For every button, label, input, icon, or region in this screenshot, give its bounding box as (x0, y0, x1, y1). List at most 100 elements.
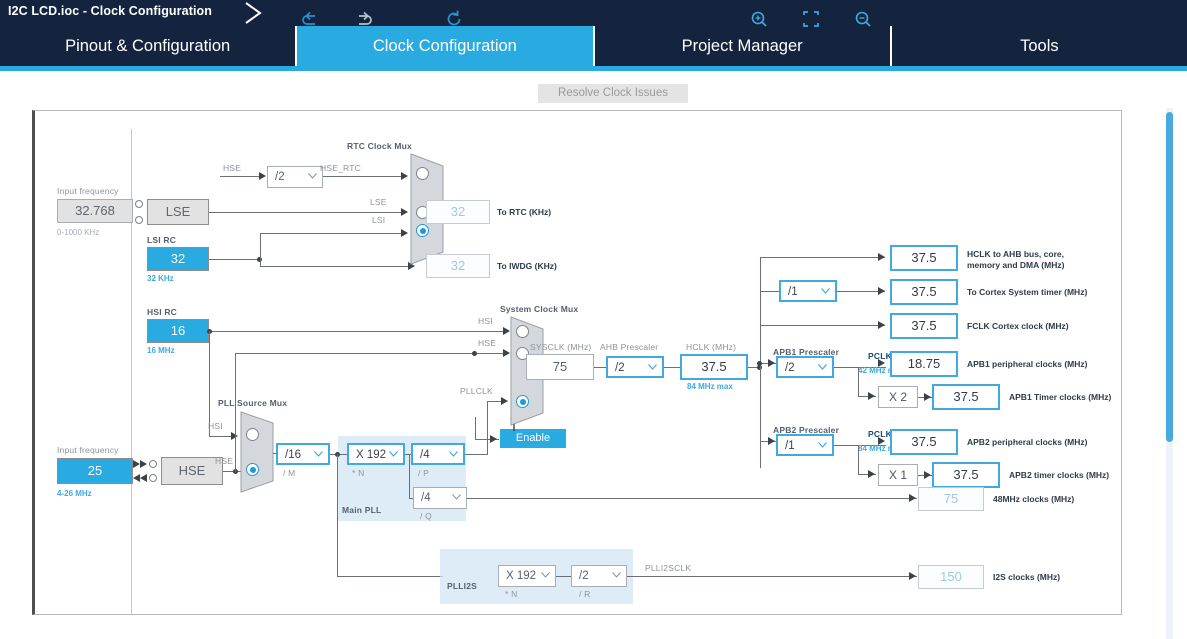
chevron-down-icon (389, 451, 398, 457)
hse-oscillator-box[interactable]: HSE (161, 457, 223, 485)
arrow-css-in (490, 435, 497, 443)
chevron-down-icon (818, 442, 827, 448)
clock-tree-canvas[interactable]: Input frequency 32.768 0-1000 KHz LSE LS… (32, 110, 1122, 615)
output-cortex-timer-value[interactable]: 37.5 (890, 279, 958, 305)
zoom-out-icon[interactable] (852, 8, 874, 30)
rtc-mux-lsi-label: LSI (372, 215, 386, 225)
wire-lsi-up (260, 233, 261, 260)
arrow-lsi-rtcmux (401, 229, 408, 237)
pll-q-combo[interactable]: /4 (413, 487, 467, 509)
arrow-apb2-mul (868, 470, 875, 478)
fit-to-screen-icon[interactable] (800, 8, 822, 30)
ahb-prescaler-combo[interactable]: /2 (606, 356, 664, 378)
wire-hse-to-sysmux (235, 353, 506, 354)
hse-input-frequency-label: Input frequency (57, 445, 119, 455)
pll-p-combo[interactable]: /4 (411, 443, 465, 465)
output-hclk-ahb-line2: memory and DMA (MHz) (967, 260, 1065, 270)
output-hclk-ahb-value[interactable]: 37.5 (890, 245, 958, 271)
sys-mux-pllclk-radio[interactable] (516, 395, 529, 408)
pll-n-combo[interactable]: X 192 (347, 443, 405, 465)
redo-icon[interactable] (352, 8, 374, 30)
wire-to-plli2s (337, 576, 443, 577)
plli2s-n-combo[interactable]: X 192 (498, 565, 556, 587)
sys-mux-hsi-radio[interactable] (516, 325, 529, 338)
arrow-fclk (878, 321, 885, 329)
arrow-lse-rtcmux (401, 208, 408, 216)
tab-project-manager[interactable]: Project Manager (594, 26, 892, 66)
hse-rtc-prescaler-combo[interactable]: /2 (267, 166, 323, 188)
wire-i2sn-to-r (556, 576, 572, 577)
pll-m-combo[interactable]: /16 (276, 443, 330, 465)
apb2-prescaler-combo[interactable]: /1 (776, 434, 834, 456)
output-apb1-timer-label: APB1 Timer clocks (MHz) (1009, 392, 1112, 402)
wire-lsi-to-iwdg (260, 266, 410, 267)
output-cortex-timer-label: To Cortex System timer (MHz) (967, 287, 1088, 297)
lsi-sub-label: 32 KHz (147, 274, 174, 283)
system-clock-mux-title: System Clock Mux (500, 304, 579, 314)
arrow-hsertc-rtcmux (401, 172, 408, 180)
tab-pinout-configuration[interactable]: Pinout & Configuration (0, 26, 298, 66)
breadcrumb-chevron-icon (245, 2, 262, 24)
output-hclk-ahb-label: HCLK to AHB bus, core, memory and DMA (M… (967, 249, 1064, 271)
cortex-prescaler-combo[interactable]: /1 (779, 280, 837, 302)
pll-q-label: / Q (420, 511, 432, 521)
wire-p-out (465, 454, 487, 455)
lse-pin-bottom (135, 216, 143, 224)
junction-apb1 (757, 361, 762, 366)
lse-input-frequency-field[interactable]: 32.768 (57, 199, 133, 223)
output-apb1-periph-value[interactable]: 18.75 (890, 351, 958, 377)
arrow-hse-out-1 (133, 474, 140, 482)
apb2-timer-multiplier: X 1 (878, 464, 918, 486)
output-apb2-periph-value[interactable]: 37.5 (890, 429, 958, 455)
pll-source-mux-body[interactable] (240, 411, 274, 493)
hse-rtc-div-input-label: HSE (223, 163, 242, 173)
lse-oscillator-box[interactable]: LSE (147, 199, 209, 225)
arrow-i2s-out (909, 572, 916, 580)
apb1-timer-multiplier: X 2 (878, 386, 918, 408)
rtc-mux-input-hse-rtc-radio[interactable] (416, 167, 429, 180)
output-fclk-value[interactable]: 37.5 (890, 313, 958, 339)
output-i2s-value: 150 (918, 565, 984, 589)
zoom-in-icon[interactable] (748, 8, 770, 30)
output-48mhz-value: 75 (918, 487, 984, 511)
arrow-hclk-ahb (878, 253, 885, 261)
output-apb1-timer-value[interactable]: 37.5 (932, 384, 1000, 410)
hse-rtc-prescaler-value: /2 (275, 171, 285, 183)
pll-mux-hse-radio[interactable] (246, 463, 259, 476)
pll-mux-hsi-radio[interactable] (246, 428, 259, 441)
chevron-down-icon (818, 364, 827, 370)
pll-m-label: / M (283, 468, 296, 478)
output-apb2-timer-value[interactable]: 37.5 (932, 462, 1000, 488)
lsi-title: LSI RC (147, 235, 177, 245)
resolve-clock-issues-button[interactable]: Resolve Clock Issues (538, 84, 688, 103)
to-rtc-label: To RTC (KHz) (497, 207, 552, 217)
plli2s-r-combo[interactable]: /2 (571, 565, 627, 587)
chevron-down-icon (648, 364, 657, 370)
reset-icon[interactable] (443, 8, 465, 30)
wire-hse-css-down (475, 417, 476, 440)
hsi-title: HSI RC (147, 307, 178, 317)
undo-icon[interactable] (300, 8, 322, 30)
lsi-value-field[interactable]: 32 (147, 247, 209, 271)
chevron-down-icon (452, 494, 461, 500)
hsi-value-field[interactable]: 16 (147, 319, 209, 343)
main-tab-bar[interactable]: Pinout & Configuration Clock Configurati… (0, 26, 1187, 66)
tab-tools[interactable]: Tools (891, 26, 1187, 66)
hclk-label: HCLK (MHz) (686, 342, 737, 352)
arrow-apb1-mul (868, 392, 875, 400)
tab-clock-configuration[interactable]: Clock Configuration (297, 26, 595, 66)
cortex-prescaler-value: /1 (788, 286, 798, 298)
wire-lsi-to-mux (260, 233, 404, 234)
rtc-mux-input-lsi-radio[interactable] (416, 224, 429, 237)
vertical-scrollbar-thumb[interactable] (1166, 112, 1173, 442)
rtc-clock-mux-title: RTC Clock Mux (347, 141, 412, 151)
arrow-apb2-timer-out (924, 471, 931, 479)
enable-css-button[interactable]: Enable CSS (500, 429, 566, 463)
hclk-value[interactable]: 37.5 (680, 354, 748, 380)
pll-p-value: /4 (420, 449, 430, 461)
hclk-max-label: 84 MHz max (687, 382, 733, 391)
hse-input-frequency-field[interactable]: 25 (57, 458, 133, 484)
pll-n-value: X 192 (356, 449, 387, 461)
apb1-prescaler-combo[interactable]: /2 (776, 356, 834, 378)
arrow-hse-sysmux (503, 349, 510, 357)
